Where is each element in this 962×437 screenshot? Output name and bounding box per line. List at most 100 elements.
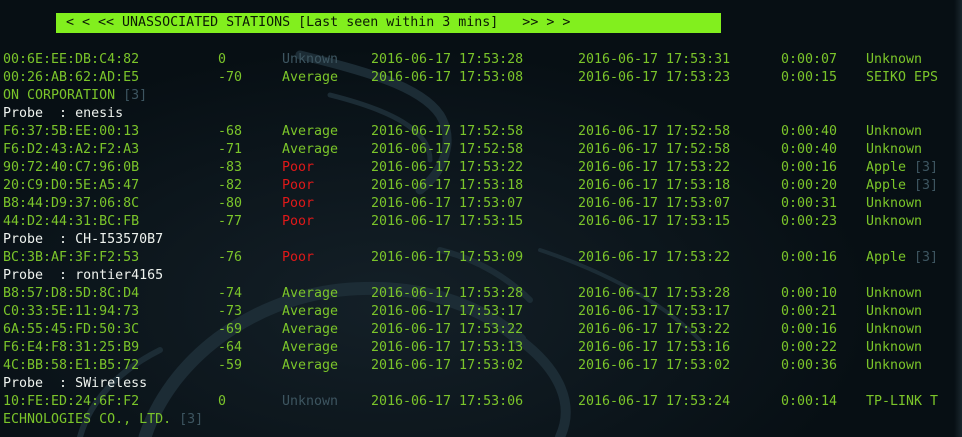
station-first-seen: 2016-06-17 17:53:02 xyxy=(371,358,524,373)
station-power: -69 xyxy=(218,322,243,337)
station-first-seen: 2016-06-17 17:53:18 xyxy=(371,178,524,193)
station-quality: Poor xyxy=(282,160,315,175)
vendor-wrap-line: ECHNOLOGIES CO., LTD. [3] xyxy=(0,411,962,429)
probe-ssid: CH-I53570B7 xyxy=(75,232,164,247)
station-last-seen: 2016-06-17 17:52:58 xyxy=(578,124,731,139)
station-duration: 0:00:16 xyxy=(781,250,838,265)
station-quality: Average xyxy=(282,70,339,85)
station-power: -64 xyxy=(218,340,243,355)
station-vendor: Apple [3] xyxy=(866,159,938,177)
station-vendor-name: Apple xyxy=(866,250,907,265)
station-quality: Unknown xyxy=(282,52,339,67)
station-first-seen: 2016-06-17 17:53:09 xyxy=(371,250,524,265)
station-row: B8:57:D8:5D:8C:D4 -74 Average 2016-06-17 17… xyxy=(0,285,962,303)
station-row: 10:FE:ED:24:6F:F2 0 Unknown 2016-06-17 17:5… xyxy=(0,393,962,411)
station-quality: Poor xyxy=(282,214,315,229)
probe-row: Probe : SWireless xyxy=(0,375,962,393)
station-vendor-count: [3] xyxy=(906,178,939,193)
station-quality: Average xyxy=(282,286,339,301)
station-row: 00:6E:EE:DB:C4:82 0 Unknown 2016-06-17 17:5… xyxy=(0,51,962,69)
station-quality: Poor xyxy=(282,196,315,211)
station-mac: 00:26:AB:62:AD:E5 xyxy=(3,70,140,85)
probe-row: Probe : rontier4165 xyxy=(0,267,962,285)
probe-label: Probe : xyxy=(3,232,76,247)
station-last-seen: 2016-06-17 17:53:07 xyxy=(578,196,731,211)
station-row: F6:E4:F8:31:25:B9 -64 Average 2016-06-17 17… xyxy=(0,339,962,357)
station-duration: 0:00:16 xyxy=(781,322,838,337)
station-vendor-name: Unknown xyxy=(866,124,923,139)
station-quality: Average xyxy=(282,142,339,157)
station-mac: B8:57:D8:5D:8C:D4 xyxy=(3,286,140,301)
station-row: 6A:55:45:FD:50:3C -69 Average 2016-06-17 17… xyxy=(0,321,962,339)
station-first-seen: 2016-06-17 17:53:22 xyxy=(371,322,524,337)
station-quality: Poor xyxy=(282,250,315,265)
terminal-window[interactable]: < < << UNASSOCIATED STATIONS [Last seen … xyxy=(0,0,962,437)
station-last-seen: 2016-06-17 17:53:18 xyxy=(578,178,731,193)
station-duration: 0:00:40 xyxy=(781,142,838,157)
station-vendor: Unknown xyxy=(866,357,922,375)
station-quality: Average xyxy=(282,124,339,139)
station-vendor: Unknown xyxy=(866,123,922,141)
station-vendor: TP-LINK T xyxy=(866,393,938,411)
station-quality: Unknown xyxy=(282,394,339,409)
station-duration: 0:00:15 xyxy=(781,70,838,85)
station-vendor: Apple [3] xyxy=(866,177,938,195)
station-last-seen: 2016-06-17 17:53:22 xyxy=(578,160,731,175)
station-vendor-name: Unknown xyxy=(866,358,923,373)
station-duration: 0:00:36 xyxy=(781,358,838,373)
station-row: 90:72:40:C7:96:0B -83 Poor 2016-06-17 17:53… xyxy=(0,159,962,177)
station-vendor-name: SEIKO EPS xyxy=(866,70,939,85)
station-vendor: Unknown xyxy=(866,195,922,213)
station-vendor-name: Unknown xyxy=(866,52,923,67)
station-mac: BC:3B:AF:3F:F2:53 xyxy=(3,250,140,265)
probe-ssid: SWireless xyxy=(75,376,148,391)
station-mac: 44:D2:44:31:BC:FB xyxy=(3,214,140,229)
station-first-seen: 2016-06-17 17:53:28 xyxy=(371,286,524,301)
station-vendor: Unknown xyxy=(866,339,922,357)
station-power: -82 xyxy=(218,178,243,193)
station-first-seen: 2016-06-17 17:53:17 xyxy=(371,304,524,319)
station-first-seen: 2016-06-17 17:52:58 xyxy=(371,124,524,139)
station-duration: 0:00:14 xyxy=(781,394,838,409)
station-last-seen: 2016-06-17 17:53:17 xyxy=(578,304,731,319)
station-last-seen: 2016-06-17 17:53:22 xyxy=(578,250,731,265)
scrollbar-edge[interactable] xyxy=(954,0,962,437)
station-row: F6:37:5B:EE:00:13 -68 Average 2016-06-17 17… xyxy=(0,123,962,141)
vendor-wrap-line: ON CORPORATION [3] xyxy=(0,87,962,105)
station-last-seen: 2016-06-17 17:53:15 xyxy=(578,214,731,229)
station-vendor-name: Unknown xyxy=(866,214,923,229)
probe-row: Probe : CH-I53570B7 xyxy=(0,231,962,249)
station-vendor-name: Unknown xyxy=(866,286,923,301)
station-mac: 90:72:40:C7:96:0B xyxy=(3,160,140,175)
vendor-continuation: ON CORPORATION [3] xyxy=(3,87,147,105)
station-duration: 0:00:07 xyxy=(781,52,838,67)
station-power: 0 xyxy=(218,52,227,67)
station-power: -74 xyxy=(218,286,243,301)
station-duration: 0:00:31 xyxy=(781,196,838,211)
station-duration: 0:00:20 xyxy=(781,178,838,193)
station-vendor-name: Unknown xyxy=(866,304,923,319)
station-last-seen: 2016-06-17 17:53:02 xyxy=(578,358,731,373)
station-vendor: Unknown xyxy=(866,141,922,159)
station-first-seen: 2016-06-17 17:53:22 xyxy=(371,160,524,175)
vendor-continuation-text: ON CORPORATION xyxy=(3,88,116,103)
station-vendor: Apple [3] xyxy=(866,249,938,267)
probe-ssid: enesis xyxy=(75,106,124,121)
probe-label: Probe : xyxy=(3,376,76,391)
probe-line: Probe : rontier4165 xyxy=(3,267,163,285)
station-power: -71 xyxy=(218,142,243,157)
station-mac: C0:33:5E:11:94:73 xyxy=(3,304,140,319)
probe-line: Probe : CH-I53570B7 xyxy=(3,231,163,249)
station-power: 0 xyxy=(218,394,227,409)
station-power: -80 xyxy=(218,196,243,211)
probe-label: Probe : xyxy=(3,268,76,283)
station-row: 44:D2:44:31:BC:FB -77 Poor 2016-06-17 17:53… xyxy=(0,213,962,231)
station-last-seen: 2016-06-17 17:53:16 xyxy=(578,340,731,355)
station-vendor: Unknown xyxy=(866,213,922,231)
vendor-continuation-text: ECHNOLOGIES CO., LTD. xyxy=(3,412,172,427)
station-row: B8:44:D9:37:06:8C -80 Poor 2016-06-17 17:53… xyxy=(0,195,962,213)
station-mac: B8:44:D9:37:06:8C xyxy=(3,196,140,211)
station-row: 00:26:AB:62:AD:E5 -70 Average 2016-06-17 17… xyxy=(0,69,962,87)
station-vendor-name: TP-LINK T xyxy=(866,394,939,409)
station-row: BC:3B:AF:3F:F2:53 -76 Poor 2016-06-17 17:53… xyxy=(0,249,962,267)
